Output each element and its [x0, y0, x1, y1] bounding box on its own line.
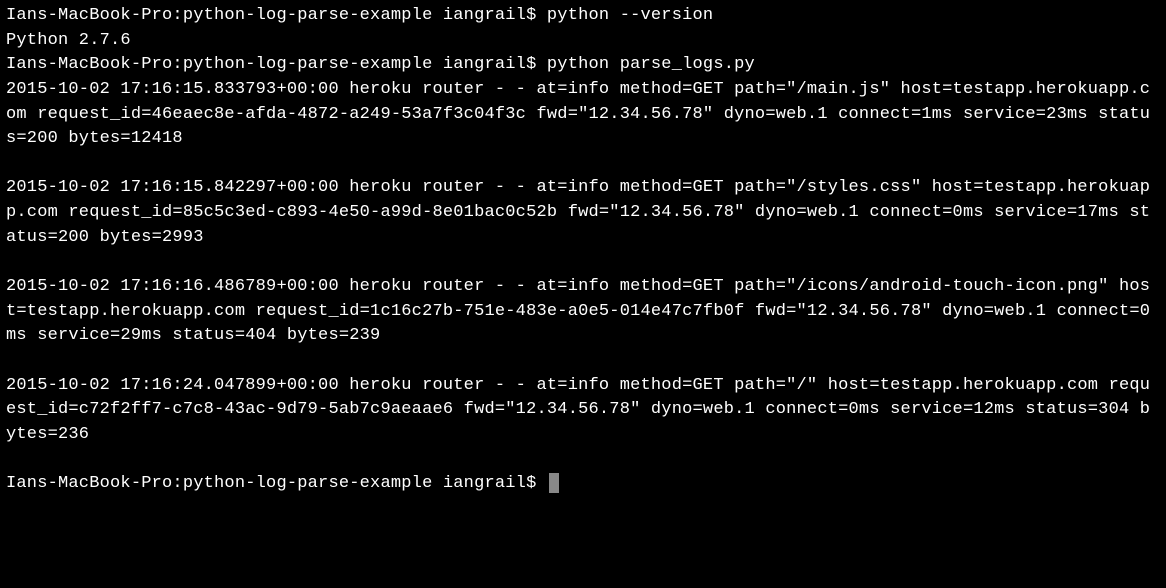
cursor-icon [549, 473, 559, 493]
command-output: Python 2.7.6 [6, 29, 1160, 54]
command-text: python parse_logs.py [547, 55, 755, 74]
command-text: python --version [547, 6, 713, 25]
log-entry: 2015-10-02 17:16:15.842297+00:00 heroku … [6, 176, 1160, 250]
terminal-window[interactable]: Ians-MacBook-Pro:python-log-parse-exampl… [6, 4, 1160, 497]
blank-line [6, 250, 1160, 275]
blank-line [6, 448, 1160, 473]
shell-prompt: Ians-MacBook-Pro:python-log-parse-exampl… [6, 6, 547, 25]
blank-line [6, 349, 1160, 374]
blank-line [6, 152, 1160, 177]
shell-prompt: Ians-MacBook-Pro:python-log-parse-exampl… [6, 474, 547, 493]
log-entry: 2015-10-02 17:16:15.833793+00:00 heroku … [6, 78, 1160, 152]
shell-prompt: Ians-MacBook-Pro:python-log-parse-exampl… [6, 55, 547, 74]
log-entry: 2015-10-02 17:16:24.047899+00:00 heroku … [6, 374, 1160, 448]
log-entry: 2015-10-02 17:16:16.486789+00:00 heroku … [6, 275, 1160, 349]
